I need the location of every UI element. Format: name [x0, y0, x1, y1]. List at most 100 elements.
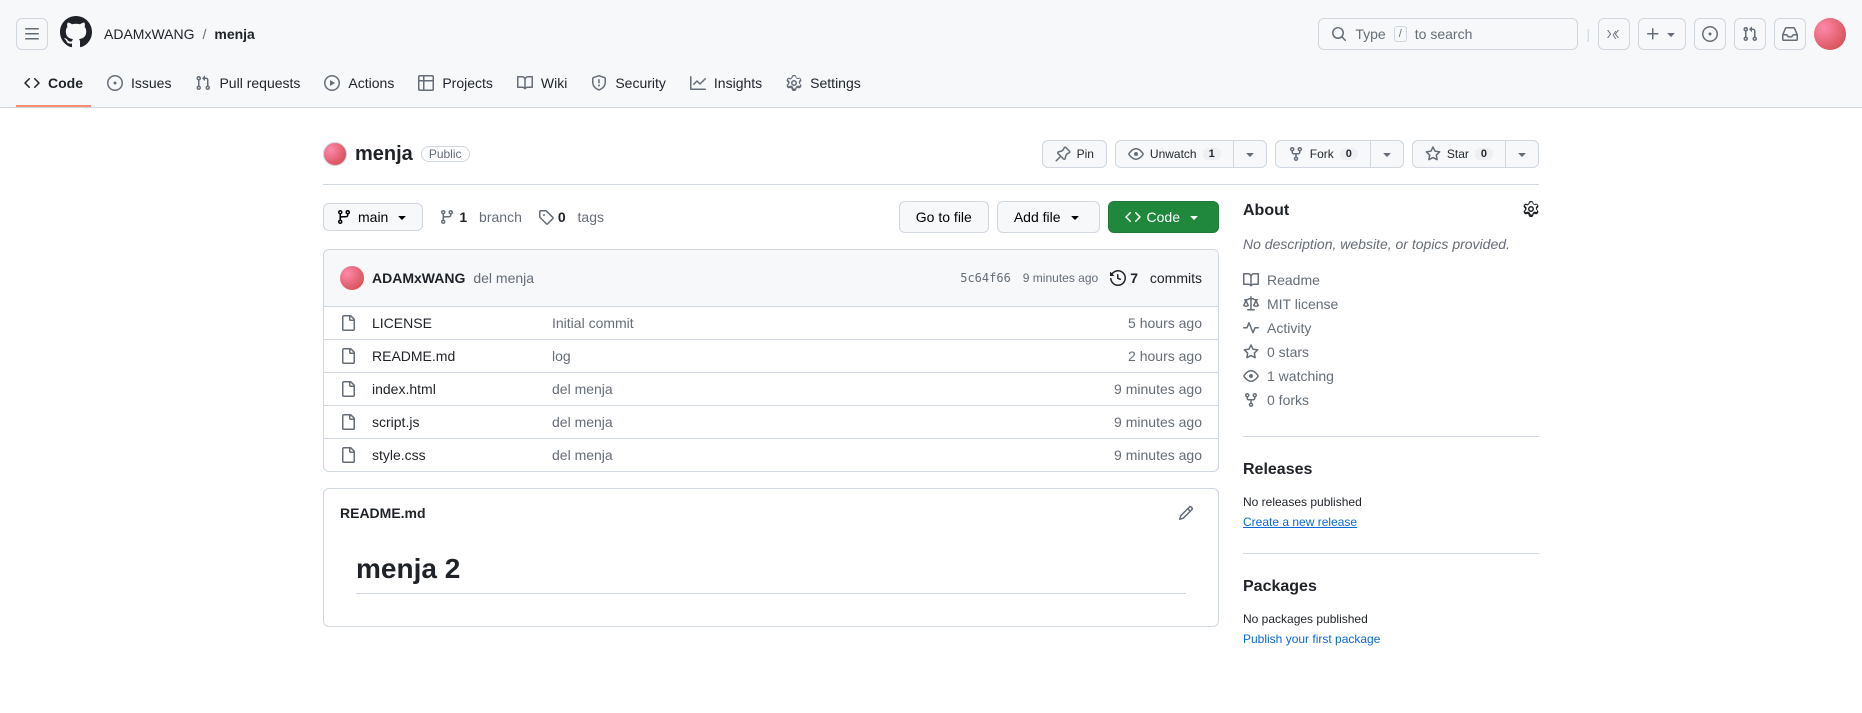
- file-time: 9 minutes ago: [1114, 381, 1202, 397]
- packages-heading: Packages: [1243, 578, 1317, 596]
- unwatch-button[interactable]: Unwatch1: [1115, 140, 1234, 168]
- caret-down-icon: [1186, 209, 1202, 225]
- file-commit-link[interactable]: del menja: [552, 381, 613, 397]
- file-icon: [340, 414, 356, 430]
- user-avatar[interactable]: [1814, 18, 1846, 50]
- code-icon: [1125, 209, 1141, 225]
- file-commit-link[interactable]: del menja: [552, 447, 613, 463]
- issues-button[interactable]: [1694, 18, 1726, 50]
- gear-icon: [1523, 201, 1539, 217]
- file-time: 9 minutes ago: [1114, 447, 1202, 463]
- file-name-link[interactable]: script.js: [372, 414, 419, 430]
- fork-dropdown[interactable]: [1371, 140, 1404, 168]
- tab-insights[interactable]: Insights: [682, 67, 770, 107]
- star-icon: [1425, 146, 1441, 162]
- command-palette-button[interactable]: [1598, 18, 1630, 50]
- issue-icon: [107, 75, 123, 91]
- commit-author-avatar[interactable]: [340, 266, 364, 290]
- code-button[interactable]: Code: [1108, 201, 1219, 233]
- file-row: index.html del menja 9 minutes ago: [324, 373, 1218, 406]
- repo-header: menja Public Pin Unwatch1 Fork0 Star0: [323, 124, 1539, 185]
- notifications-button[interactable]: [1774, 18, 1806, 50]
- about-heading: About: [1243, 202, 1289, 220]
- table-icon: [418, 75, 434, 91]
- pull-requests-button[interactable]: [1734, 18, 1766, 50]
- command-icon: [1606, 26, 1622, 42]
- readme-heading: menja 2: [356, 553, 1186, 594]
- license-link[interactable]: MIT license: [1243, 292, 1539, 316]
- forks-link[interactable]: 0 forks: [1243, 388, 1539, 412]
- pr-icon: [195, 75, 211, 91]
- tab-settings[interactable]: Settings: [778, 67, 869, 107]
- commit-time[interactable]: 9 minutes ago: [1023, 271, 1098, 285]
- shield-icon: [591, 75, 607, 91]
- search-input[interactable]: Type / to search: [1318, 18, 1578, 50]
- commit-author[interactable]: ADAMxWANG: [372, 270, 465, 286]
- edit-readme-button[interactable]: [1170, 497, 1202, 529]
- fork-icon: [1243, 392, 1259, 408]
- law-icon: [1243, 296, 1259, 312]
- tab-pull-requests[interactable]: Pull requests: [187, 67, 308, 107]
- go-to-file-button[interactable]: Go to file: [899, 201, 989, 233]
- tab-projects[interactable]: Projects: [410, 67, 501, 107]
- releases-heading: Releases: [1243, 461, 1312, 479]
- star-icon: [1243, 344, 1259, 360]
- no-packages-text: No packages published: [1243, 612, 1539, 626]
- packages-section: Packages No packages published Publish y…: [1243, 578, 1539, 670]
- breadcrumb-repo[interactable]: menja: [214, 26, 254, 42]
- github-logo[interactable]: [60, 16, 92, 51]
- caret-down-icon: [1242, 146, 1258, 162]
- file-name-link[interactable]: LICENSE: [372, 315, 432, 331]
- commits-link[interactable]: 7 commits: [1110, 270, 1202, 286]
- fork-button[interactable]: Fork0: [1275, 140, 1371, 168]
- pin-button[interactable]: Pin: [1042, 140, 1107, 168]
- create-release-link[interactable]: Create a new release: [1243, 515, 1357, 529]
- play-icon: [324, 75, 340, 91]
- caret-down-icon: [1514, 146, 1530, 162]
- visibility-badge: Public: [421, 146, 470, 162]
- publish-package-link[interactable]: Publish your first package: [1243, 632, 1380, 646]
- plus-icon: [1645, 26, 1661, 42]
- commit-hash[interactable]: 5c64f66: [960, 271, 1011, 285]
- tab-actions[interactable]: Actions: [316, 67, 402, 107]
- branch-selector[interactable]: main: [323, 203, 423, 231]
- edit-about-button[interactable]: [1523, 201, 1539, 220]
- file-name-link[interactable]: README.md: [372, 348, 455, 364]
- file-time: 9 minutes ago: [1114, 414, 1202, 430]
- unwatch-dropdown[interactable]: [1234, 140, 1267, 168]
- stars-link[interactable]: 0 stars: [1243, 340, 1539, 364]
- menu-button[interactable]: [16, 18, 48, 50]
- add-file-button[interactable]: Add file: [997, 201, 1100, 233]
- tags-link[interactable]: 0 tags: [538, 209, 604, 225]
- file-name-link[interactable]: style.css: [372, 447, 426, 463]
- readme-box: README.md menja 2: [323, 488, 1219, 627]
- create-button[interactable]: [1638, 18, 1686, 50]
- caret-down-icon: [1663, 26, 1679, 42]
- file-name-link[interactable]: index.html: [372, 381, 436, 397]
- file-row: script.js del menja 9 minutes ago: [324, 406, 1218, 439]
- readme-link[interactable]: Readme: [1243, 268, 1539, 292]
- breadcrumb: ADAMxWANG / menja: [104, 26, 255, 42]
- repo-nav: Code Issues Pull requests Actions Projec…: [0, 67, 1862, 108]
- file-commit-link[interactable]: log: [552, 348, 571, 364]
- file-commit-link[interactable]: Initial commit: [552, 315, 634, 331]
- latest-commit: ADAMxWANG del menja 5c64f66 9 minutes ag…: [324, 250, 1218, 307]
- tab-security[interactable]: Security: [583, 67, 674, 107]
- commit-message[interactable]: del menja: [473, 270, 534, 286]
- menu-icon: [24, 26, 40, 42]
- file-time: 2 hours ago: [1128, 348, 1202, 364]
- tab-issues[interactable]: Issues: [99, 67, 179, 107]
- activity-link[interactable]: Activity: [1243, 316, 1539, 340]
- star-button[interactable]: Star0: [1412, 140, 1506, 168]
- tab-code[interactable]: Code: [16, 67, 91, 107]
- readme-filename[interactable]: README.md: [340, 505, 426, 521]
- caret-down-icon: [1379, 146, 1395, 162]
- star-dropdown[interactable]: [1506, 140, 1539, 168]
- file-commit-link[interactable]: del menja: [552, 414, 613, 430]
- no-releases-text: No releases published: [1243, 495, 1539, 509]
- branches-link[interactable]: 1 branch: [439, 209, 522, 225]
- tab-wiki[interactable]: Wiki: [509, 67, 575, 107]
- inbox-icon: [1782, 26, 1798, 42]
- breadcrumb-owner[interactable]: ADAMxWANG: [104, 26, 194, 42]
- watching-link[interactable]: 1 watching: [1243, 364, 1539, 388]
